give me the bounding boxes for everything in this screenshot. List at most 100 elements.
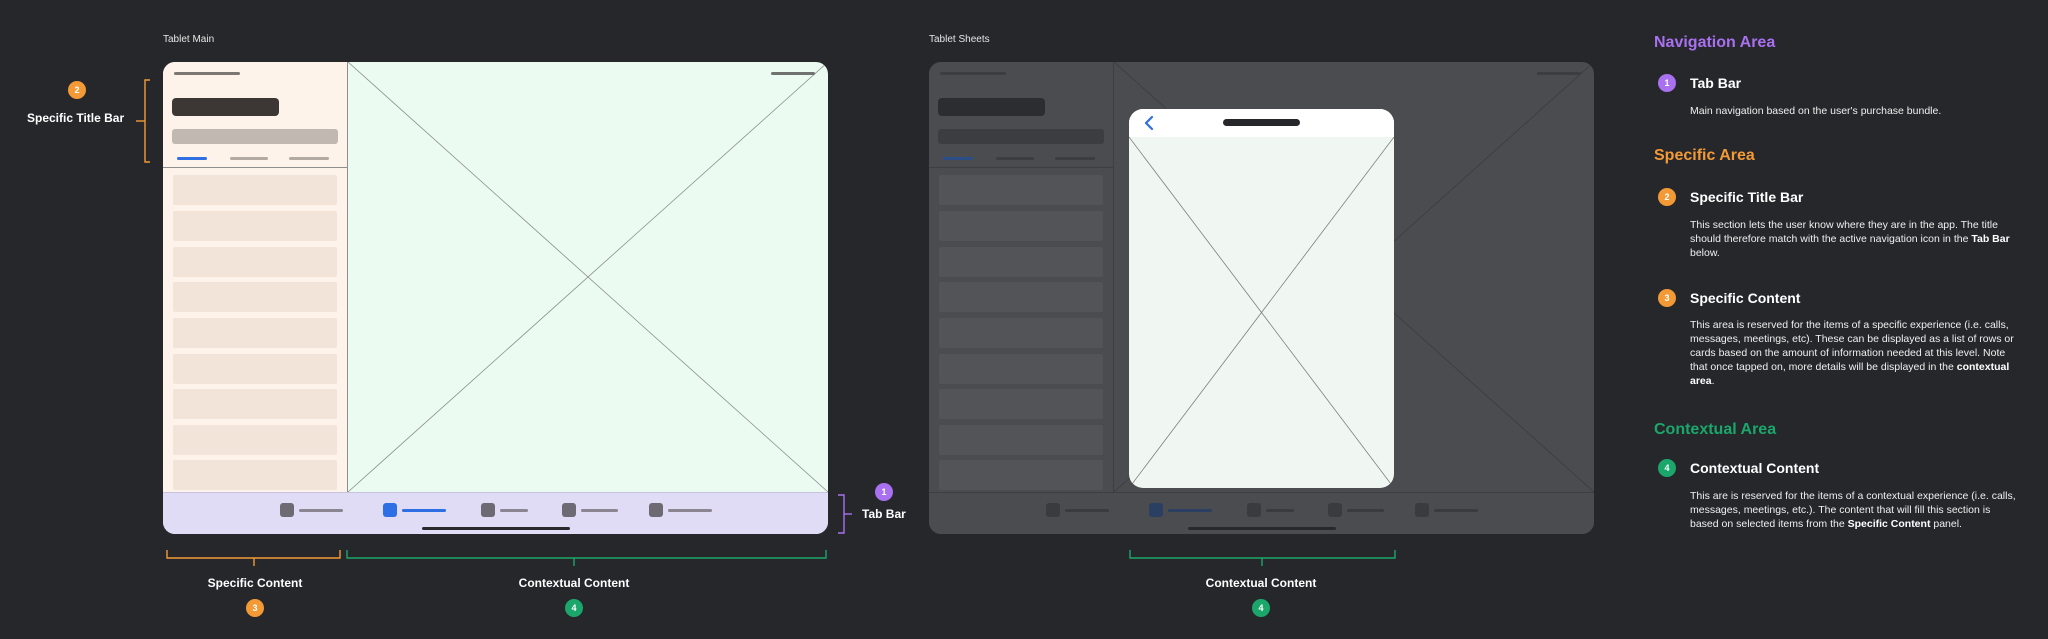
legend-tab-bar-desc: Main navigation based on the user's purc… <box>1690 105 1942 117</box>
tab-icon[interactable] <box>649 503 663 517</box>
segment-item <box>1055 157 1095 160</box>
list-item[interactable] <box>173 354 337 384</box>
tab-icon[interactable] <box>280 503 294 517</box>
annotation-specific-content: Specific Content <box>207 576 303 590</box>
badge-four: 4 <box>565 599 583 617</box>
list-item <box>939 425 1103 455</box>
chevron-left-icon[interactable] <box>1143 115 1155 131</box>
sheet-title-placeholder <box>1223 119 1300 126</box>
tab-label <box>581 509 618 512</box>
title-bar-divider <box>929 167 1113 168</box>
legend-specific-content-title: Specific Content <box>1690 290 1801 306</box>
annotation-specific-title-bar: Specific Title Bar <box>27 111 125 125</box>
segment-item[interactable] <box>289 157 329 160</box>
list-item <box>939 282 1103 312</box>
legend-badge-three: 3 <box>1658 289 1676 307</box>
contextual-sheet <box>1129 109 1394 488</box>
list-item <box>939 175 1103 205</box>
tab-label <box>1347 509 1384 512</box>
legend-badge-one: 1 <box>1658 74 1676 92</box>
tab-label <box>668 509 712 512</box>
list-item <box>939 354 1103 384</box>
list-item <box>939 460 1103 490</box>
tab-label <box>1266 509 1294 512</box>
list-item[interactable] <box>173 282 337 312</box>
list-item[interactable] <box>173 211 337 241</box>
legend-specific-area-title: Specific Area <box>1654 147 1755 164</box>
bracket-contextual-content <box>346 550 827 566</box>
badge-two: 2 <box>68 81 86 99</box>
status-bar-time <box>174 72 240 75</box>
bracket-specific-title-bar <box>136 79 150 163</box>
badge-four-sheets: 4 <box>1252 599 1270 617</box>
tab-label <box>299 509 343 512</box>
title-placeholder <box>172 98 279 116</box>
sheet-header <box>1129 109 1394 137</box>
tab-label <box>500 509 528 512</box>
legend-contextual-content-desc: This are is reserved for the items of a … <box>1690 490 2016 530</box>
image-placeholder-icon <box>348 62 828 492</box>
badge-three: 3 <box>246 599 264 617</box>
search-placeholder <box>938 129 1104 144</box>
tab-label-active <box>402 509 446 512</box>
frame-label-sheets: Tablet Sheets <box>929 34 990 45</box>
status-bar-icons <box>1537 72 1581 75</box>
list-item[interactable] <box>173 389 337 419</box>
tab-icon <box>1247 503 1261 517</box>
frame-label-main: Tablet Main <box>163 34 215 45</box>
tab-label <box>1065 509 1109 512</box>
image-placeholder-icon <box>1129 137 1394 488</box>
tab-icon[interactable] <box>481 503 495 517</box>
list-item[interactable] <box>173 175 337 205</box>
legend-navigation-area-title: Navigation Area <box>1654 34 1776 51</box>
list-item <box>939 318 1103 348</box>
annotation-contextual-content: Contextual Content <box>518 576 630 590</box>
status-bar-time <box>940 72 1006 75</box>
tab-icon <box>1415 503 1429 517</box>
list-item[interactable] <box>173 247 337 277</box>
annotation-tab-bar: Tab Bar <box>862 507 906 521</box>
segment-active[interactable] <box>177 157 207 160</box>
tab-icon <box>1328 503 1342 517</box>
segment-item[interactable] <box>230 157 268 160</box>
tab-bar-dimmed <box>929 492 1594 534</box>
annotation-contextual-content-sheets: Contextual Content <box>1205 576 1317 590</box>
search-placeholder <box>172 129 338 144</box>
segment-active <box>943 157 973 160</box>
legend-contextual-area-title: Contextual Area <box>1654 421 1777 438</box>
tab-label <box>1434 509 1478 512</box>
tab-icon-active <box>1149 503 1163 517</box>
home-indicator <box>1188 527 1336 530</box>
legend-tab-bar-title: Tab Bar <box>1690 75 1742 91</box>
tablet-main-frame <box>163 62 828 534</box>
legend-badge-two: 2 <box>1658 188 1676 206</box>
tab-icon-active[interactable] <box>383 503 397 517</box>
badge-one: 1 <box>875 483 893 501</box>
list-item <box>939 211 1103 241</box>
legend-badge-four: 4 <box>1658 459 1676 477</box>
legend-specific-content-desc: This area is reserved for the items of a… <box>1690 319 2014 387</box>
legend-contextual-content-title: Contextual Content <box>1690 460 1820 476</box>
tab-bar <box>163 492 828 534</box>
list-item[interactable] <box>173 318 337 348</box>
tablet-sheets-frame <box>929 62 1594 534</box>
bracket-contextual-content-sheets <box>1129 550 1396 566</box>
list-item[interactable] <box>173 425 337 455</box>
title-placeholder <box>938 98 1045 116</box>
list-item <box>939 247 1103 277</box>
tab-icon <box>1046 503 1060 517</box>
home-indicator <box>422 527 570 530</box>
tab-icon[interactable] <box>562 503 576 517</box>
segment-item <box>996 157 1034 160</box>
title-bar-divider <box>163 167 347 168</box>
bracket-tab-bar <box>838 494 852 534</box>
legend-specific-title-bar-title: Specific Title Bar <box>1690 189 1804 205</box>
specific-panel-dimmed <box>929 62 1113 492</box>
list-item[interactable] <box>173 460 337 490</box>
tab-label-active <box>1168 509 1212 512</box>
list-item <box>939 389 1103 419</box>
bracket-specific-content <box>166 550 341 566</box>
status-bar-icons <box>771 72 815 75</box>
specific-panel <box>163 62 347 492</box>
legend-specific-title-bar-desc: This section lets the user know where th… <box>1690 219 2010 259</box>
